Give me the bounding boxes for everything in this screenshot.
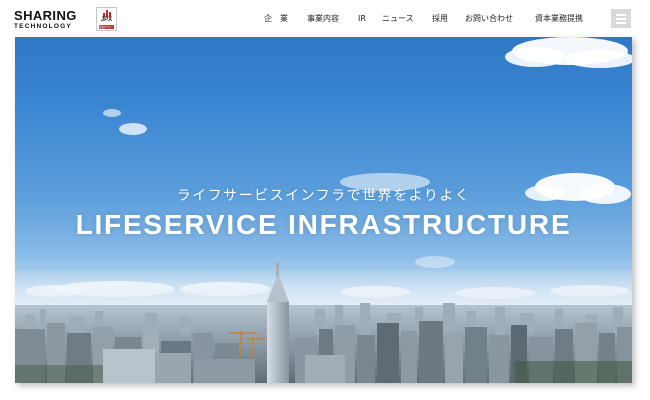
- nav-item-news[interactable]: ニュース: [382, 12, 414, 26]
- jpx-listing-badge: JPX 東証グロース上場: [96, 7, 117, 31]
- cloud-shapes: [25, 37, 632, 299]
- logo-wordmark: SHARING: [14, 8, 77, 23]
- trees-right: [515, 361, 632, 383]
- hero-banner: ライフサービスインフラで世界をよりよく LIFESERVICE INFRASTR…: [15, 37, 632, 383]
- nav-item-recruit[interactable]: 採用: [432, 12, 448, 26]
- hero-title: LIFESERVICE INFRASTRUCTURE: [75, 209, 572, 240]
- hamburger-menu-icon[interactable]: [611, 9, 631, 28]
- nav-item-business[interactable]: 事業内容: [307, 12, 339, 26]
- sharing-technology-logo[interactable]: SHARING TECHNOLOGY: [14, 9, 94, 31]
- jpx-logo-icon: [103, 10, 112, 17]
- foreground-building-left: [103, 349, 155, 383]
- logo-subtext: TECHNOLOGY: [14, 23, 72, 30]
- nav-item-ir[interactable]: IR: [358, 12, 366, 26]
- nav-item-contact[interactable]: お問い合わせ: [465, 12, 513, 26]
- jpx-label: JPX: [100, 17, 113, 23]
- jpx-market-label: 東証グロース上場: [99, 25, 114, 29]
- site-header: SHARING TECHNOLOGY JPX 東証グロース上場 企 業 事業内容…: [0, 0, 650, 36]
- nav-item-capital-alliance[interactable]: 資本業務提携: [535, 12, 583, 26]
- hero-subtitle: ライフサービスインフラで世界をよりよく: [176, 188, 471, 204]
- trees-left: [15, 365, 103, 383]
- tower-body: [267, 302, 289, 383]
- nav-item-company[interactable]: 企 業: [264, 12, 288, 26]
